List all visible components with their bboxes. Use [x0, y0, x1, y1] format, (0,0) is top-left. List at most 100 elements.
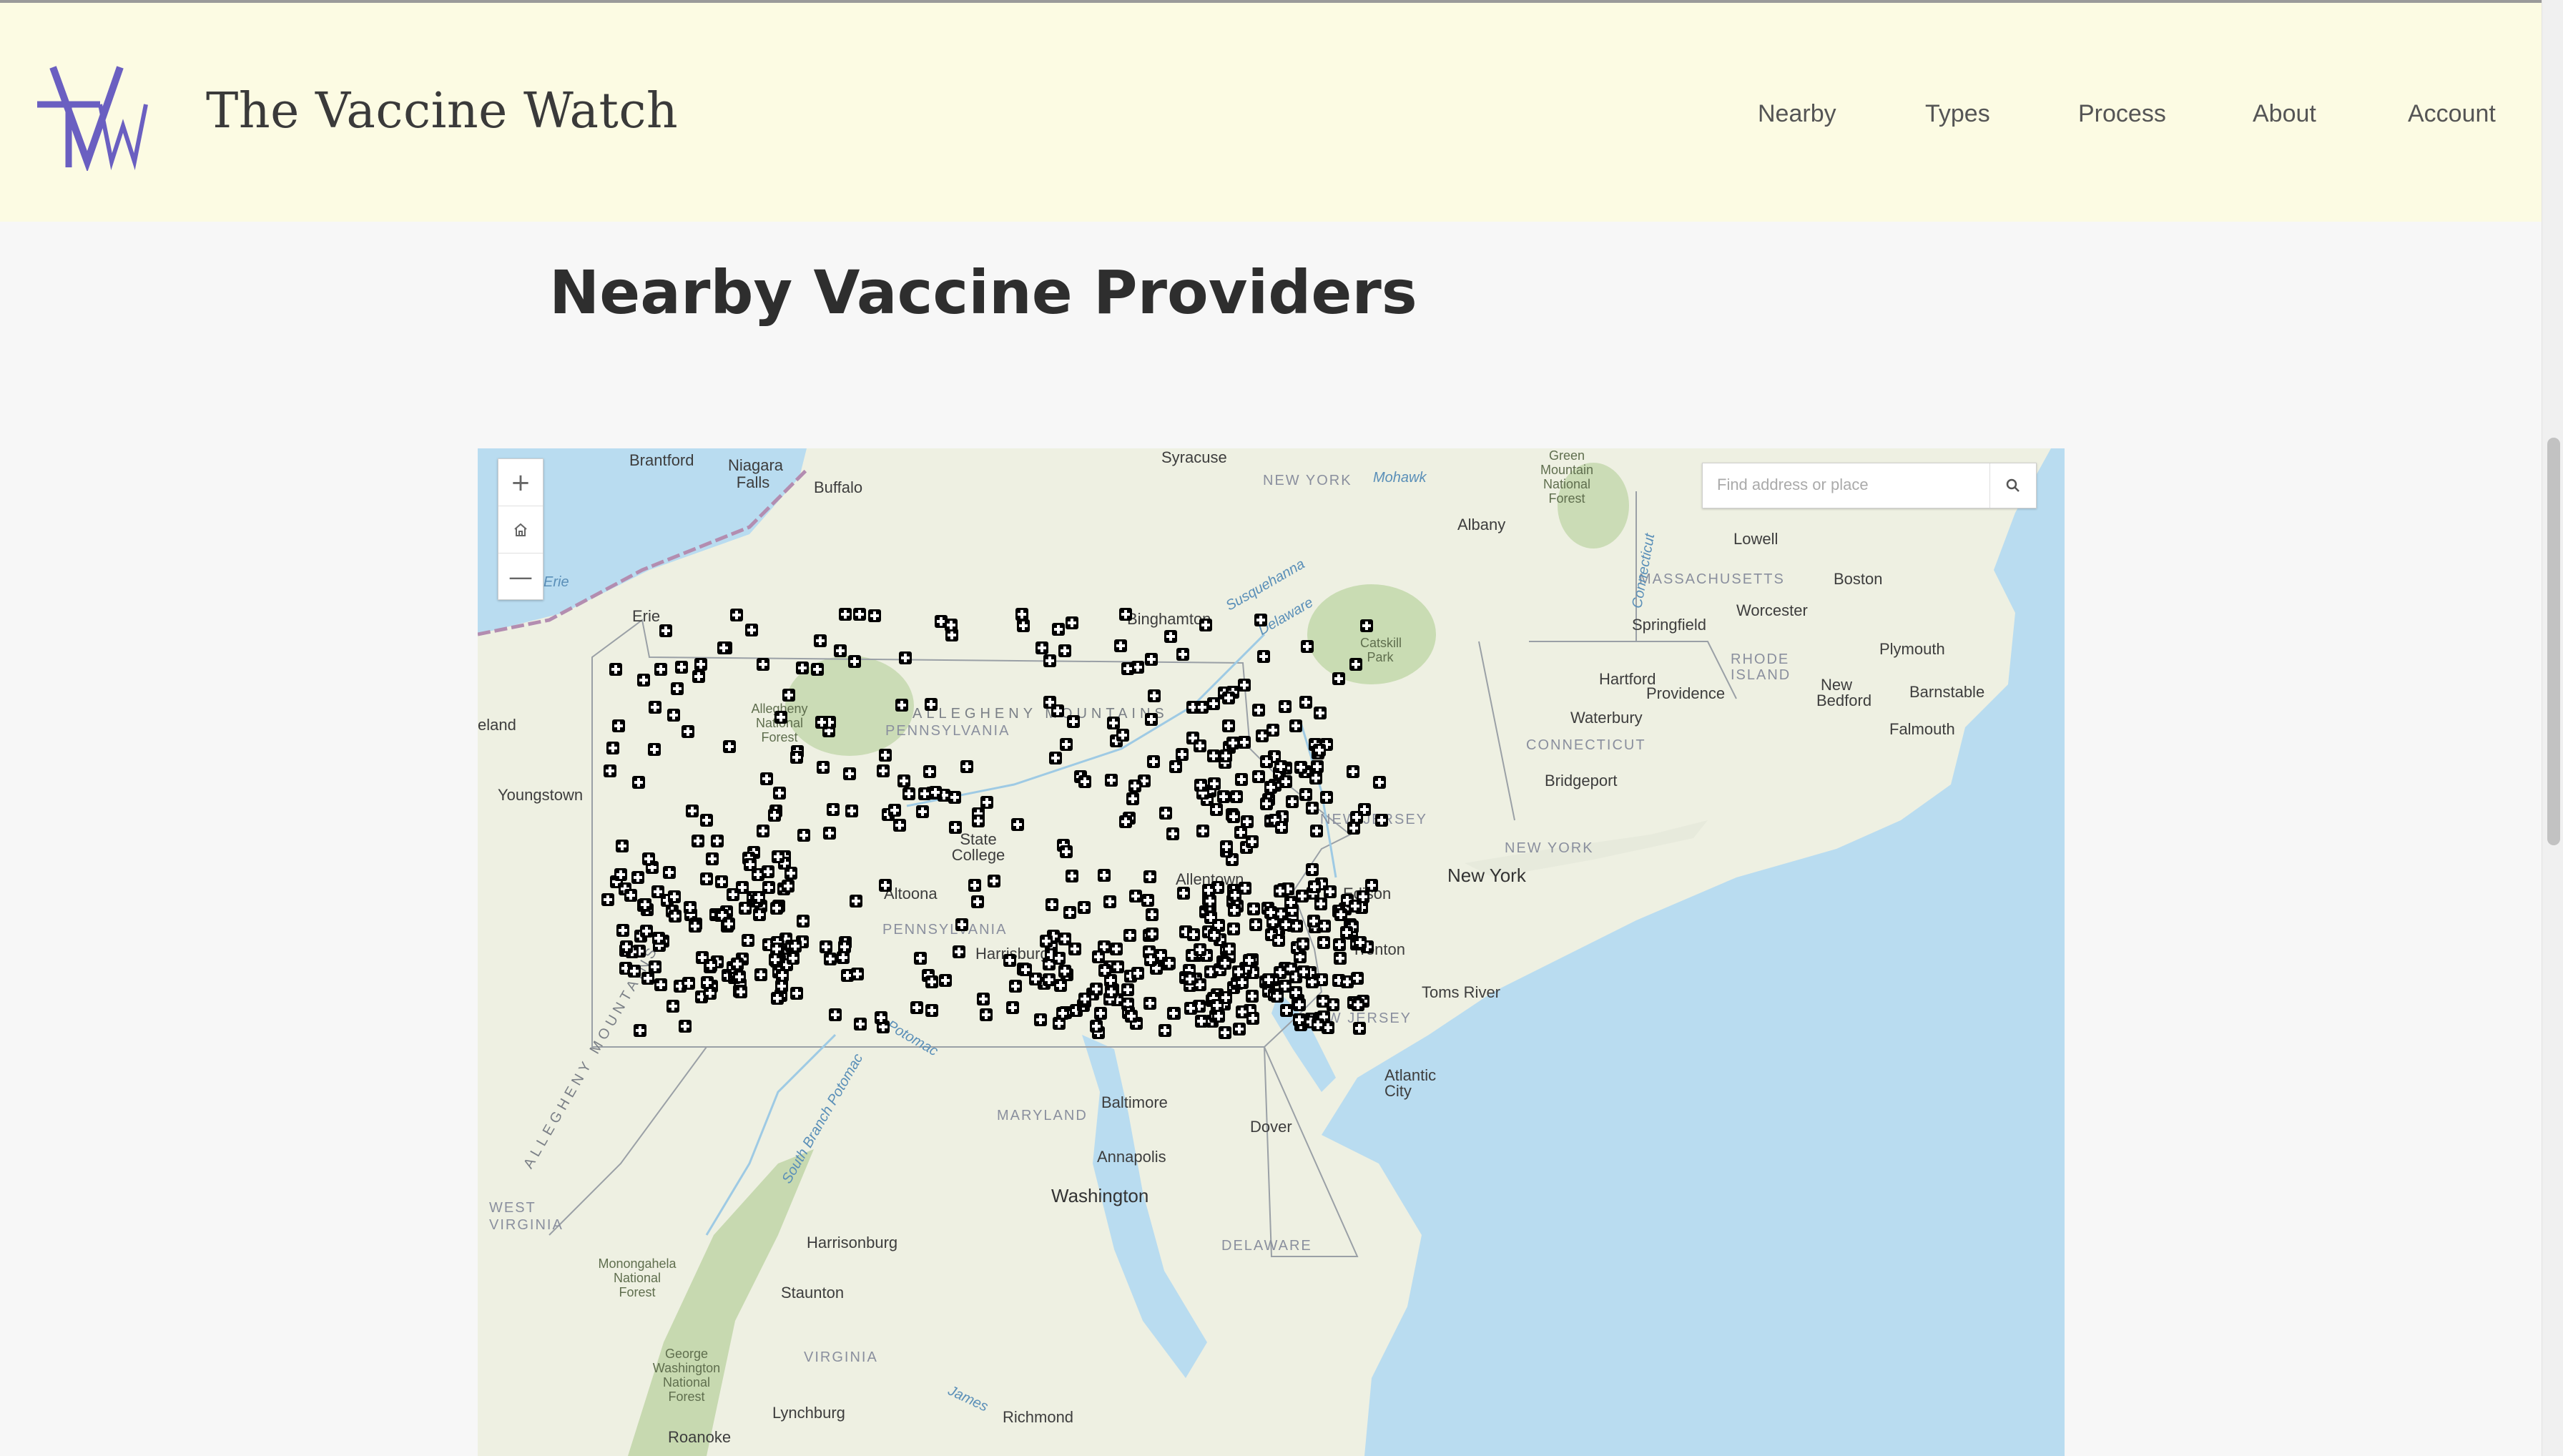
provider-marker[interactable]: [1202, 884, 1215, 897]
provider-marker[interactable]: [1146, 908, 1158, 921]
provider-marker[interactable]: [1324, 885, 1337, 898]
provider-marker[interactable]: [1110, 943, 1123, 955]
provider-marker[interactable]: [1128, 779, 1141, 792]
provider-marker[interactable]: [1227, 923, 1240, 935]
provider-marker[interactable]: [694, 658, 707, 671]
provider-marker[interactable]: [1262, 973, 1275, 986]
provider-marker[interactable]: [897, 774, 910, 787]
provider-marker[interactable]: [637, 674, 650, 687]
provider-marker[interactable]: [1236, 1005, 1249, 1018]
provider-marker[interactable]: [1187, 928, 1200, 941]
provider-marker[interactable]: [1141, 894, 1154, 907]
provider-marker[interactable]: [1148, 689, 1161, 702]
provider-marker[interactable]: [971, 895, 984, 908]
provider-marker[interactable]: [1119, 815, 1132, 828]
provider-marker[interactable]: [868, 609, 881, 622]
provider-marker[interactable]: [914, 952, 927, 965]
provider-marker[interactable]: [739, 902, 752, 915]
provider-marker[interactable]: [1290, 920, 1303, 933]
provider-marker[interactable]: [1090, 983, 1103, 995]
provider-marker[interactable]: [717, 641, 730, 654]
provider-marker[interactable]: [879, 879, 892, 892]
provider-marker[interactable]: [843, 767, 856, 780]
provider-marker[interactable]: [1293, 1013, 1306, 1026]
provider-marker[interactable]: [1233, 1023, 1246, 1036]
provider-marker[interactable]: [968, 879, 981, 892]
provider-marker[interactable]: [1208, 929, 1221, 942]
provider-marker[interactable]: [820, 940, 832, 953]
provider-marker[interactable]: [1043, 973, 1056, 986]
provider-marker[interactable]: [953, 945, 965, 958]
nav-types[interactable]: Types: [1925, 100, 1990, 128]
provider-marker[interactable]: [948, 791, 961, 804]
provider-marker[interactable]: [1164, 630, 1177, 643]
provider-marker[interactable]: [753, 908, 766, 921]
provider-marker[interactable]: [634, 1024, 646, 1037]
provider-marker[interactable]: [773, 787, 786, 800]
provider-marker[interactable]: [1375, 814, 1388, 827]
provider-marker[interactable]: [1126, 792, 1139, 805]
page-scrollbar[interactable]: [2542, 0, 2563, 1456]
provider-marker[interactable]: [632, 776, 645, 789]
provider-marker[interactable]: [834, 644, 847, 657]
provider-marker[interactable]: [955, 918, 968, 931]
provider-marker[interactable]: [1349, 658, 1362, 671]
provider-marker[interactable]: [1176, 748, 1189, 761]
provider-marker[interactable]: [1066, 616, 1078, 629]
provider-marker[interactable]: [1308, 880, 1321, 893]
provider-marker[interactable]: [631, 871, 644, 884]
provider-marker[interactable]: [1235, 773, 1248, 786]
provider-marker[interactable]: [845, 805, 858, 817]
provider-marker[interactable]: [972, 815, 985, 827]
provider-marker[interactable]: [1272, 934, 1285, 947]
provider-marker[interactable]: [1226, 737, 1239, 749]
provider-marker[interactable]: [1296, 890, 1309, 902]
provider-marker[interactable]: [1049, 752, 1062, 764]
provider-marker[interactable]: [686, 805, 699, 817]
provider-marker[interactable]: [639, 898, 651, 911]
provider-marker[interactable]: [616, 924, 629, 937]
provider-marker[interactable]: [1257, 650, 1270, 663]
provider-marker[interactable]: [1131, 967, 1144, 980]
provider-marker[interactable]: [1222, 692, 1235, 704]
provider-marker[interactable]: [1219, 749, 1232, 762]
provider-marker[interactable]: [1015, 608, 1028, 621]
provider-marker[interactable]: [1271, 990, 1284, 1003]
provider-marker[interactable]: [682, 977, 695, 990]
provider-marker[interactable]: [1365, 879, 1378, 892]
provider-marker[interactable]: [1260, 797, 1273, 810]
provider-marker[interactable]: [1349, 900, 1362, 913]
provider-marker[interactable]: [939, 974, 952, 987]
provider-marker[interactable]: [1145, 713, 1158, 726]
provider-marker[interactable]: [1347, 765, 1359, 778]
provider-marker[interactable]: [1107, 717, 1120, 729]
provider-marker[interactable]: [902, 787, 915, 800]
map-search-input[interactable]: [1703, 463, 1986, 506]
provider-marker[interactable]: [925, 1004, 938, 1017]
provider-marker[interactable]: [838, 940, 851, 953]
provider-marker[interactable]: [1167, 1007, 1180, 1020]
provider-marker[interactable]: [1247, 902, 1260, 915]
provider-marker[interactable]: [851, 968, 864, 980]
provider-marker[interactable]: [640, 925, 653, 938]
provider-marker[interactable]: [1320, 791, 1333, 804]
provider-marker[interactable]: [827, 803, 840, 816]
provider-marker[interactable]: [824, 953, 837, 965]
provider-marker[interactable]: [1078, 901, 1091, 914]
provider-marker[interactable]: [1003, 954, 1016, 967]
provider-marker[interactable]: [641, 972, 654, 985]
provider-marker[interactable]: [1158, 1024, 1171, 1037]
provider-marker[interactable]: [1195, 1015, 1208, 1028]
provider-marker[interactable]: [734, 985, 747, 998]
provider-marker[interactable]: [711, 835, 724, 847]
provider-marker[interactable]: [1254, 614, 1267, 626]
provider-marker[interactable]: [628, 965, 641, 978]
provider-marker[interactable]: [877, 764, 890, 777]
provider-marker[interactable]: [1199, 619, 1212, 631]
provider-marker[interactable]: [790, 987, 803, 1000]
nav-about[interactable]: About: [2253, 100, 2316, 128]
provider-marker[interactable]: [754, 968, 767, 981]
provider-marker[interactable]: [1219, 1026, 1231, 1039]
provider-marker[interactable]: [797, 829, 810, 842]
provider-marker[interactable]: [1017, 619, 1030, 632]
